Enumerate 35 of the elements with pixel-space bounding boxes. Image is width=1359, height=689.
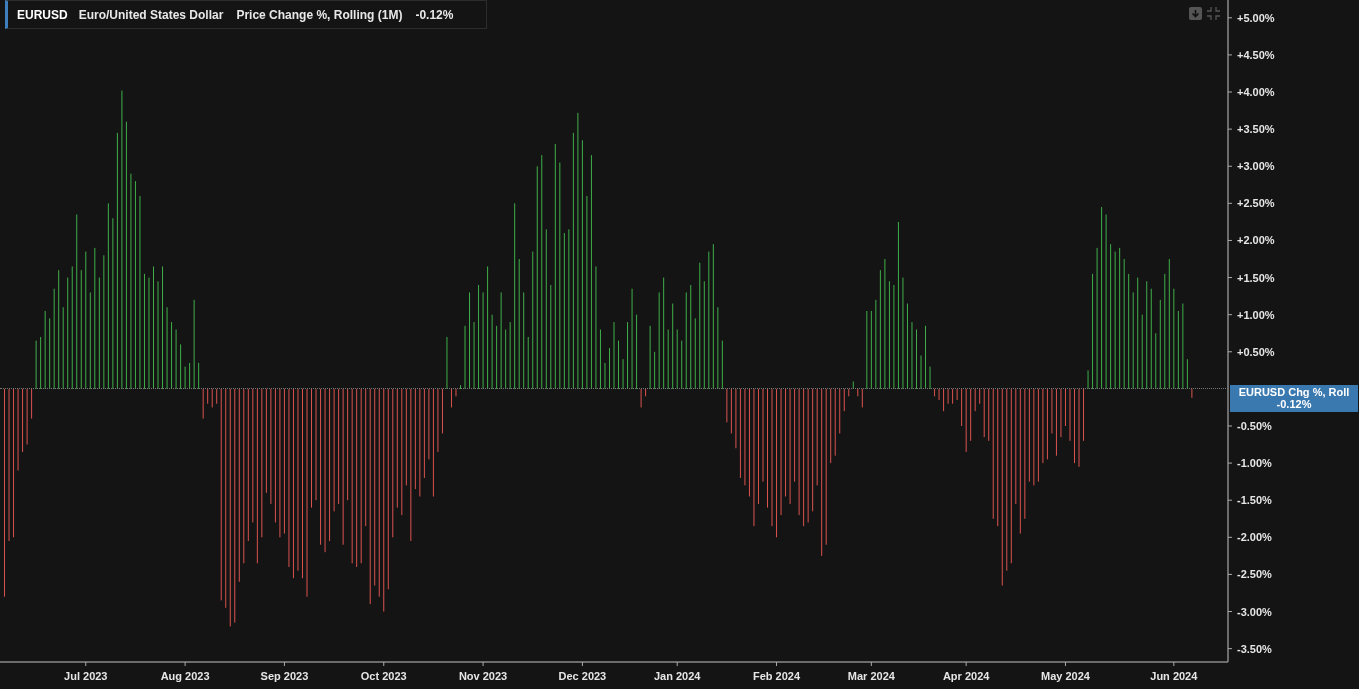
x-tick-label: Oct 2023	[360, 670, 407, 682]
y-tick-label: -0.50%	[1237, 420, 1272, 432]
y-tick-label: +3.00%	[1237, 160, 1275, 173]
y-tick-label: +2.00%	[1237, 234, 1275, 247]
y-tick-label: -3.00%	[1237, 605, 1272, 618]
badge-value: -0.12%	[1276, 398, 1312, 411]
y-tick-label: +5.00%	[1237, 11, 1275, 24]
x-tick-label: Sep 2023	[260, 670, 309, 682]
x-tick-label: Feb 2024	[753, 670, 801, 682]
legend-symbol: EURUSD	[17, 7, 68, 22]
y-tick-label: +1.50%	[1237, 271, 1275, 284]
x-tick-label: Jun 2024	[1150, 670, 1198, 682]
y-tick-label: -2.50%	[1237, 568, 1272, 581]
x-tick-label: Jul 2023	[64, 670, 108, 682]
legend-value: -0.12%	[415, 7, 454, 22]
y-tick-label: -1.00%	[1237, 457, 1272, 470]
x-tick-label: Apr 2024	[942, 670, 990, 682]
x-tick-label: May 2024	[1041, 670, 1090, 682]
x-tick-label: Nov 2023	[458, 670, 508, 682]
y-tick-label: -2.00%	[1237, 531, 1272, 544]
y-tick-label: +2.50%	[1237, 197, 1275, 210]
y-tick-label: +1.00%	[1237, 308, 1275, 321]
y-tick-label: +0.50%	[1237, 345, 1275, 358]
x-tick-label: Aug 2023	[160, 670, 210, 682]
y-tick-label: -3.50%	[1237, 642, 1272, 655]
badge-label: EURUSD Chg %, Roll	[1238, 386, 1350, 399]
x-tick-label: Mar 2024	[847, 670, 895, 682]
legend-name: Euro/United States Dollar	[78, 7, 224, 22]
y-tick-label: -1.50%	[1237, 494, 1272, 507]
x-tick-label: Jan 2024	[653, 670, 701, 682]
legend-study: Price Change %, Rolling (1M)	[236, 7, 403, 22]
y-tick-label: +4.50%	[1237, 48, 1275, 61]
y-tick-label: +4.00%	[1237, 86, 1275, 99]
y-tick-label: +3.50%	[1237, 123, 1275, 136]
x-tick-label: Dec 2023	[558, 670, 607, 682]
